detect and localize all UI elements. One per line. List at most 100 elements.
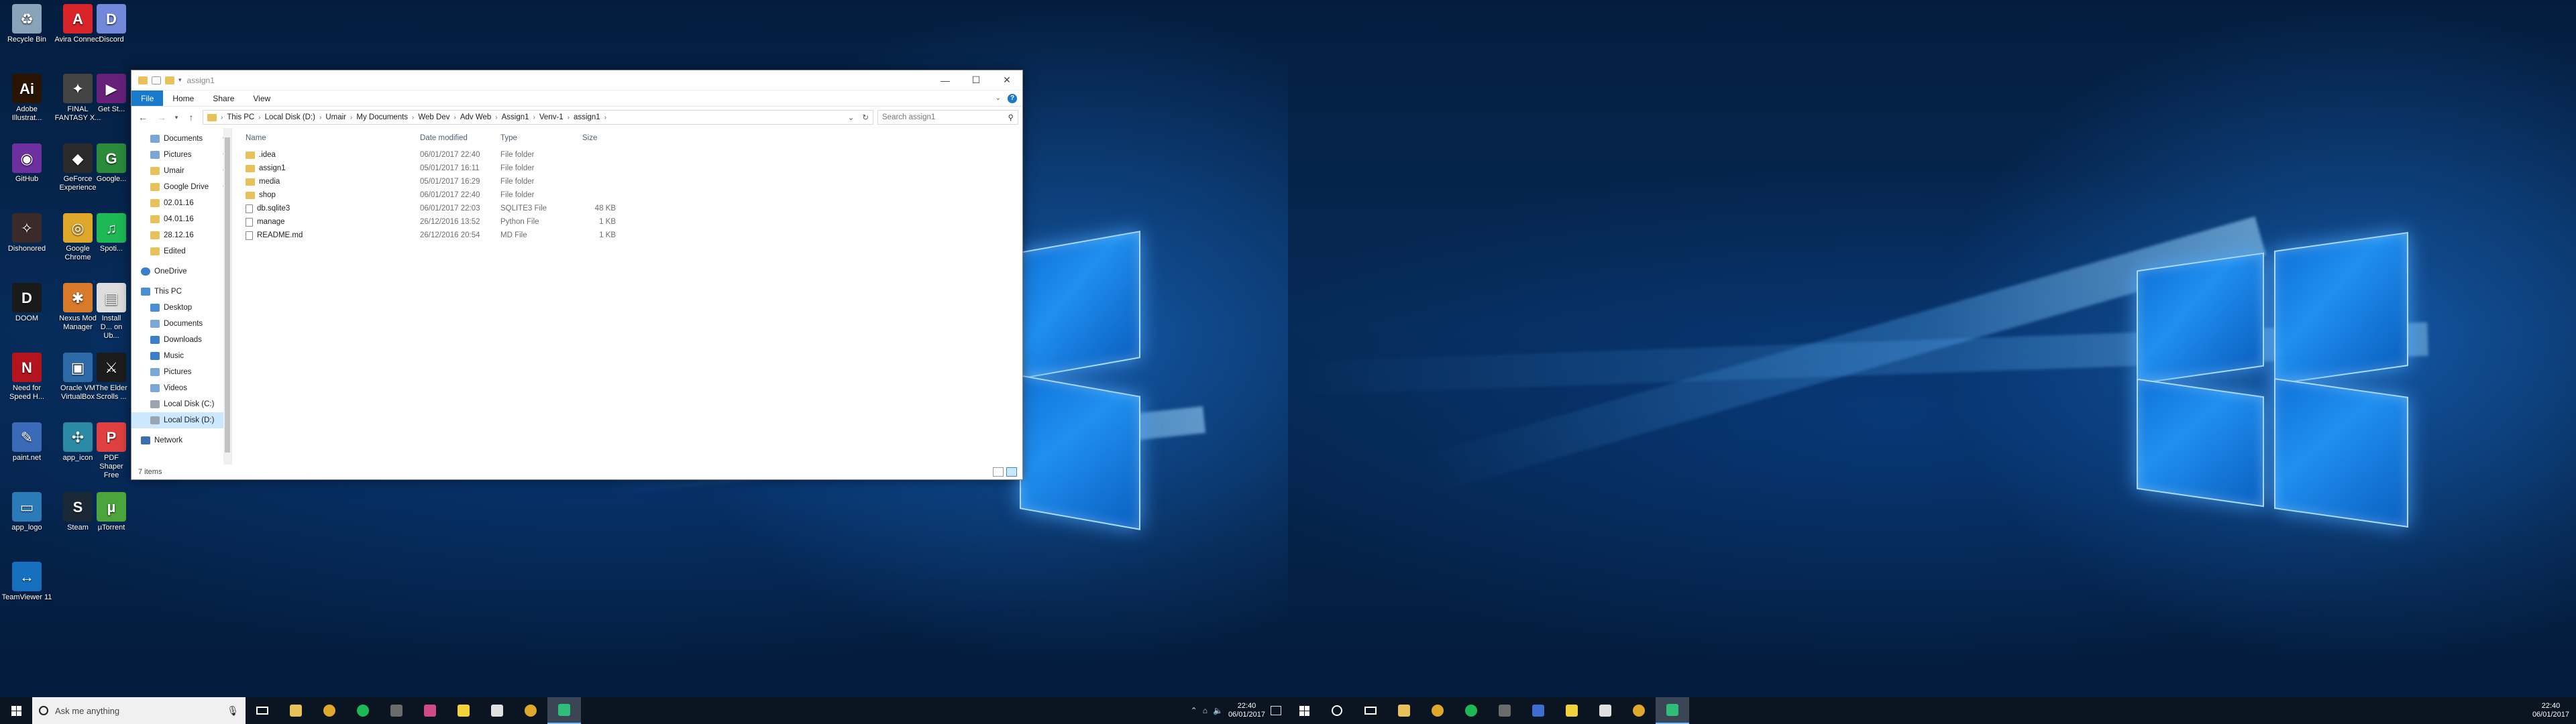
volume-icon[interactable]: 🔈 xyxy=(1213,706,1223,715)
taskbar-app-slack[interactable] xyxy=(1521,697,1555,724)
desktop-icon-skyrim[interactable]: ⚔ The Elder Scrolls ... xyxy=(95,353,127,402)
desktop-icon-install[interactable]: ▤ Install D... on Ub... xyxy=(95,283,127,341)
sidebar-item-this-pc-child[interactable]: Videos xyxy=(131,380,231,396)
breadcrumb-separator[interactable]: › xyxy=(604,114,606,121)
desktop-icon-paintnet[interactable]: ✎ paint.net xyxy=(1,422,52,463)
breadcrumb-separator[interactable]: › xyxy=(568,114,570,121)
sidebar-item-quick-access[interactable]: Edited xyxy=(131,243,231,259)
desktop-icon-github[interactable]: ◉ GitHub xyxy=(1,143,52,184)
breadcrumb-item[interactable]: Venv-1 xyxy=(539,113,564,121)
tab-home[interactable]: Home xyxy=(163,90,203,106)
file-row[interactable]: media 05/01/2017 16:29 File folder xyxy=(246,175,1022,188)
desktop-icon-recycle[interactable]: ♻ Recycle Bin xyxy=(1,4,52,44)
file-explorer-window[interactable]: ▾ assign1 — ☐ ✕ File Home Share View ⌄ ?… xyxy=(131,70,1023,480)
sidebar-item-onedrive[interactable]: OneDrive xyxy=(131,263,231,280)
taskbar-app-chrome-2[interactable] xyxy=(514,697,547,724)
start-button[interactable] xyxy=(0,697,32,724)
expand-ribbon-chevron-icon[interactable]: ⌄ xyxy=(996,95,1001,102)
column-header-type[interactable]: Type xyxy=(500,134,582,142)
desktop-icon-dishonored[interactable]: ✧ Dishonored xyxy=(1,213,52,253)
clock[interactable]: 22:40 06/01/2017 xyxy=(1228,702,1265,719)
desktop-icon-illustrator[interactable]: Ai Adobe Illustrat... xyxy=(1,74,52,123)
breadcrumb-separator[interactable]: › xyxy=(350,114,352,121)
column-header-name[interactable]: Name xyxy=(246,134,420,142)
breadcrumb-item[interactable]: Local Disk (D:) xyxy=(265,113,315,121)
start-button[interactable] xyxy=(1288,697,1320,724)
taskbar-app-media-player[interactable] xyxy=(1488,697,1521,724)
up-arrow-icon[interactable]: ↑ xyxy=(184,112,199,123)
breadcrumb-item[interactable]: My Documents xyxy=(356,113,408,121)
breadcrumb-item[interactable]: Web Dev xyxy=(418,113,449,121)
desktop-icon-discord[interactable]: D Discord xyxy=(95,4,127,44)
properties-icon[interactable] xyxy=(152,76,161,84)
sidebar-item-quick-access[interactable]: Pictures⚲ xyxy=(131,147,231,163)
taskbar-app-spotify[interactable] xyxy=(1454,697,1488,724)
tab-share[interactable]: Share xyxy=(203,90,244,106)
details-view-button[interactable] xyxy=(993,467,1004,477)
desktop-icon-getst[interactable]: ▶ Get St... xyxy=(95,74,127,114)
desktop-icon-spotify[interactable]: ♫ Spoti... xyxy=(95,213,127,253)
address-dropdown-icon[interactable]: ⌄ xyxy=(848,113,855,122)
desktop-icon-applogo[interactable]: ▭ app_logo xyxy=(1,492,52,532)
taskbar-app-slack[interactable] xyxy=(413,697,447,724)
column-header-date[interactable]: Date modified xyxy=(420,134,500,142)
minimize-button[interactable]: — xyxy=(930,70,961,90)
sidebar-item-this-pc-child[interactable]: Desktop xyxy=(131,300,231,316)
breadcrumb-item[interactable]: Umair xyxy=(325,113,346,121)
column-header-size[interactable]: Size xyxy=(582,134,636,142)
sidebar-item-this-pc-child[interactable]: Downloads xyxy=(131,332,231,348)
clock[interactable]: 22:40 06/01/2017 xyxy=(2532,702,2569,719)
search-input[interactable]: Search assign1 ⚲ xyxy=(877,110,1018,125)
file-row[interactable]: .idea 06/01/2017 22:40 File folder xyxy=(246,148,1022,162)
forward-arrow-icon[interactable]: → xyxy=(154,112,169,123)
sidebar-item-network[interactable]: Network xyxy=(131,432,231,448)
show-hidden-icons-icon[interactable]: ⌃ xyxy=(1191,706,1197,715)
sidebar-item-quick-access[interactable]: Umair⚲ xyxy=(131,163,231,179)
taskbar-app-pycharm[interactable] xyxy=(1656,697,1689,724)
sidebar-item-this-pc-child[interactable]: Pictures xyxy=(131,364,231,380)
taskbar-app-pycharm[interactable] xyxy=(547,697,581,724)
breadcrumb-separator[interactable]: › xyxy=(533,114,535,121)
sidebar-item-this-pc-child[interactable]: Local Disk (D:) xyxy=(131,412,231,428)
customize-toolbar-chevron[interactable]: ▾ xyxy=(178,76,182,84)
search-icon[interactable]: ⚲ xyxy=(1008,113,1014,122)
sidebar-item-this-pc-child[interactable]: Documents xyxy=(131,316,231,332)
tab-file[interactable]: File xyxy=(131,90,164,106)
refresh-icon[interactable]: ↻ xyxy=(862,113,869,122)
task-view-button[interactable] xyxy=(1354,697,1387,724)
address-bar[interactable]: › This PC › Local Disk (D:) › Umair › My Docum… xyxy=(203,110,873,125)
breadcrumb-separator[interactable]: › xyxy=(453,114,455,121)
breadcrumb-item[interactable]: Assign1 xyxy=(502,113,529,121)
sidebar-item-quick-access[interactable]: Google Drive⚲ xyxy=(131,179,231,195)
maximize-button[interactable]: ☐ xyxy=(961,70,991,90)
breadcrumb-item[interactable]: This PC xyxy=(227,113,254,121)
taskbar-app-chrome[interactable] xyxy=(313,697,346,724)
taskbar-app-mail[interactable] xyxy=(1589,697,1622,724)
breadcrumb-item[interactable]: Adv Web xyxy=(460,113,491,121)
breadcrumb-separator[interactable]: › xyxy=(412,114,414,121)
file-row[interactable]: shop 06/01/2017 22:40 File folder xyxy=(246,188,1022,202)
action-center-icon[interactable] xyxy=(1271,706,1281,715)
task-view-button[interactable] xyxy=(246,697,279,724)
back-arrow-icon[interactable]: ← xyxy=(136,112,150,123)
taskbar-app-media-player[interactable] xyxy=(380,697,413,724)
file-row[interactable]: manage 26/12/2016 13:52 Python File 1 KB xyxy=(246,215,1022,229)
recent-locations-chevron-icon[interactable]: ▾ xyxy=(173,114,180,121)
sidebar-item-quick-access[interactable]: 02.01.16 xyxy=(131,195,231,211)
taskbar-app-sticky-notes[interactable] xyxy=(1555,697,1589,724)
desktop-icon-utorrent[interactable]: µ µTorrent xyxy=(95,492,127,532)
breadcrumb-separator[interactable]: › xyxy=(495,114,497,121)
taskbar-app-sticky-notes[interactable] xyxy=(447,697,480,724)
desktop-icon-doom[interactable]: D DOOM xyxy=(1,283,52,323)
desktop-icon-pdfshaper[interactable]: P PDF Shaper Free xyxy=(95,422,127,480)
breadcrumb-separator[interactable]: › xyxy=(258,114,260,121)
breadcrumb-separator[interactable]: › xyxy=(319,114,321,121)
file-row[interactable]: README.md 26/12/2016 20:54 MD File 1 KB xyxy=(246,229,1022,242)
desktop-icon-nfs[interactable]: N Need for Speed H... xyxy=(1,353,52,402)
desktop-icon-google[interactable]: G Google... xyxy=(95,143,127,184)
navigation-scrollbar[interactable] xyxy=(223,128,231,465)
sidebar-item-quick-access[interactable]: Documents⚲ xyxy=(131,131,231,147)
desktop-icon-teamviewer[interactable]: ↔ TeamViewer 11 xyxy=(1,562,52,602)
tab-view[interactable]: View xyxy=(244,90,280,106)
taskbar-app-file-explorer[interactable] xyxy=(279,697,313,724)
